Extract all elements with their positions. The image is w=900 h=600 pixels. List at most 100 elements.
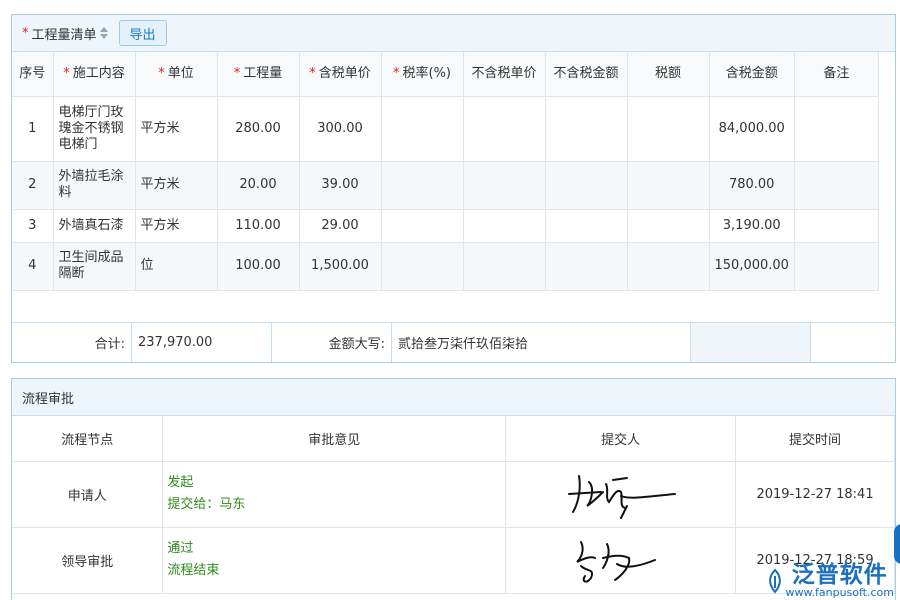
cell-price-ex (463, 242, 545, 290)
col-header-content: *施工内容 (53, 52, 135, 96)
node-name: 申请人 (12, 461, 163, 527)
cell-unit[interactable]: 平方米 (135, 161, 217, 209)
watermark-url: www.fanpusoft.com (786, 587, 894, 598)
cell-price-ex (463, 209, 545, 242)
flow-header: 流程审批 (12, 379, 895, 416)
cell-rate[interactable] (381, 161, 463, 209)
export-button[interactable]: 导出 (119, 20, 167, 46)
col-header-tax: 税额 (627, 52, 709, 96)
col-header-qty: *工程量 (217, 52, 299, 96)
table-empty-area (12, 291, 895, 323)
opinion-detail: 流程结束 (167, 560, 505, 582)
bill-of-quantities-panel: * 工程量清单 导出 序号 *施工内容 *单位 *工程量 *含税单价 *税率(%… (11, 14, 896, 363)
cell-no: 4 (12, 242, 53, 290)
flow-row: 申请人 发起 提交给：马东 (12, 461, 895, 527)
total-blank-cell (691, 323, 811, 362)
bq-table: 序号 *施工内容 *单位 *工程量 *含税单价 *税率(%) 不含税单价 不含税… (12, 52, 879, 291)
required-mark: * (22, 26, 29, 41)
cell-qty[interactable]: 20.00 (217, 161, 299, 209)
flow-row: 领导审批 通过 流程结束 (12, 527, 895, 593)
cell-rate[interactable] (381, 242, 463, 290)
cell-qty[interactable]: 280.00 (217, 96, 299, 161)
cell-price-ex (463, 161, 545, 209)
flow-header-row: 流程节点 审批意见 提交人 提交时间 (12, 416, 895, 461)
opinion-action: 发起 (167, 472, 505, 494)
brand-logo-icon (764, 568, 786, 594)
cell-rate[interactable] (381, 96, 463, 161)
cell-content[interactable]: 外墙真石漆 (53, 209, 135, 242)
cell-rate[interactable] (381, 209, 463, 242)
cell-price[interactable]: 29.00 (299, 209, 381, 242)
cell-remark[interactable] (794, 242, 878, 290)
cell-price-ex (463, 96, 545, 161)
cell-amount-ex (545, 161, 627, 209)
table-row[interactable]: 4 卫生间成品隔断 位 100.00 1,500.00 150,000.00 (12, 242, 878, 290)
col-header-rate: *税率(%) (381, 52, 463, 96)
cell-remark[interactable] (794, 96, 878, 161)
cell-tax (627, 209, 709, 242)
col-header-price: *含税单价 (299, 52, 381, 96)
submitter-cell (506, 461, 736, 527)
opinion-action: 通过 (167, 538, 505, 560)
side-float-tab[interactable] (894, 524, 900, 564)
cell-qty[interactable]: 110.00 (217, 209, 299, 242)
col-header-opinion: 审批意见 (163, 416, 506, 461)
cell-tax (627, 242, 709, 290)
cell-amount: 150,000.00 (709, 242, 794, 290)
cell-content[interactable]: 外墙拉毛涂料 (53, 161, 135, 209)
cell-unit[interactable]: 平方米 (135, 96, 217, 161)
col-header-unit: *单位 (135, 52, 217, 96)
signature-image (551, 528, 691, 588)
total-label: 合计: (12, 323, 132, 362)
cell-remark[interactable] (794, 209, 878, 242)
opinion-detail: 提交给：马东 (167, 494, 505, 516)
caps-label: 金额大写: (272, 323, 392, 362)
cell-price[interactable]: 300.00 (299, 96, 381, 161)
cell-content[interactable]: 电梯厅门玫瑰金不锈钢电梯门 (53, 96, 135, 161)
cell-no: 2 (12, 161, 53, 209)
cell-amount: 84,000.00 (709, 96, 794, 161)
table-row[interactable]: 2 外墙拉毛涂料 平方米 20.00 39.00 780.00 (12, 161, 878, 209)
cell-amount-ex (545, 242, 627, 290)
sort-icon[interactable] (100, 27, 108, 39)
submitter-cell (506, 527, 736, 593)
flow-title: 流程审批 (22, 388, 74, 407)
bq-title: 工程量清单 (32, 24, 97, 43)
cell-price[interactable]: 1,500.00 (299, 242, 381, 290)
node-name: 领导审批 (12, 527, 163, 593)
cell-tax (627, 161, 709, 209)
cell-amount: 3,190.00 (709, 209, 794, 242)
cell-amount: 780.00 (709, 161, 794, 209)
col-header-amount-ex: 不含税金额 (545, 52, 627, 96)
col-header-node: 流程节点 (12, 416, 163, 461)
col-header-remark: 备注 (794, 52, 878, 96)
col-header-amount: 含税金额 (709, 52, 794, 96)
cell-remark[interactable] (794, 161, 878, 209)
watermark-brand: 泛普软件 (792, 563, 888, 587)
cell-qty[interactable]: 100.00 (217, 242, 299, 290)
cell-price[interactable]: 39.00 (299, 161, 381, 209)
cell-no: 1 (12, 96, 53, 161)
total-value: 237,970.00 (132, 323, 272, 362)
cell-amount-ex (545, 96, 627, 161)
bq-header: * 工程量清单 导出 (12, 15, 895, 52)
col-header-no: 序号 (12, 52, 53, 96)
total-blank-cell (811, 323, 895, 362)
cell-content[interactable]: 卫生间成品隔断 (53, 242, 135, 290)
total-row: 合计: 237,970.00 金额大写: 贰拾叁万柒仟玖佰柒拾 (12, 323, 895, 362)
bq-header-row: 序号 *施工内容 *单位 *工程量 *含税单价 *税率(%) 不含税单价 不含税… (12, 52, 878, 96)
submit-time: 2019-12-27 18:41 (736, 461, 895, 527)
cell-no: 3 (12, 209, 53, 242)
cell-unit[interactable]: 位 (135, 242, 217, 290)
signature-image (551, 462, 691, 522)
watermark: 泛普软件 www.fanpusoft.com (764, 563, 894, 598)
table-row[interactable]: 3 外墙真石漆 平方米 110.00 29.00 3,190.00 (12, 209, 878, 242)
table-row[interactable]: 1 电梯厅门玫瑰金不锈钢电梯门 平方米 280.00 300.00 84,000… (12, 96, 878, 161)
cell-tax (627, 96, 709, 161)
opinion-cell: 通过 流程结束 (163, 527, 506, 593)
cell-unit[interactable]: 平方米 (135, 209, 217, 242)
col-header-submitter: 提交人 (506, 416, 736, 461)
caps-value: 贰拾叁万柒仟玖佰柒拾 (392, 323, 691, 362)
opinion-cell: 发起 提交给：马东 (163, 461, 506, 527)
col-header-time: 提交时间 (736, 416, 895, 461)
